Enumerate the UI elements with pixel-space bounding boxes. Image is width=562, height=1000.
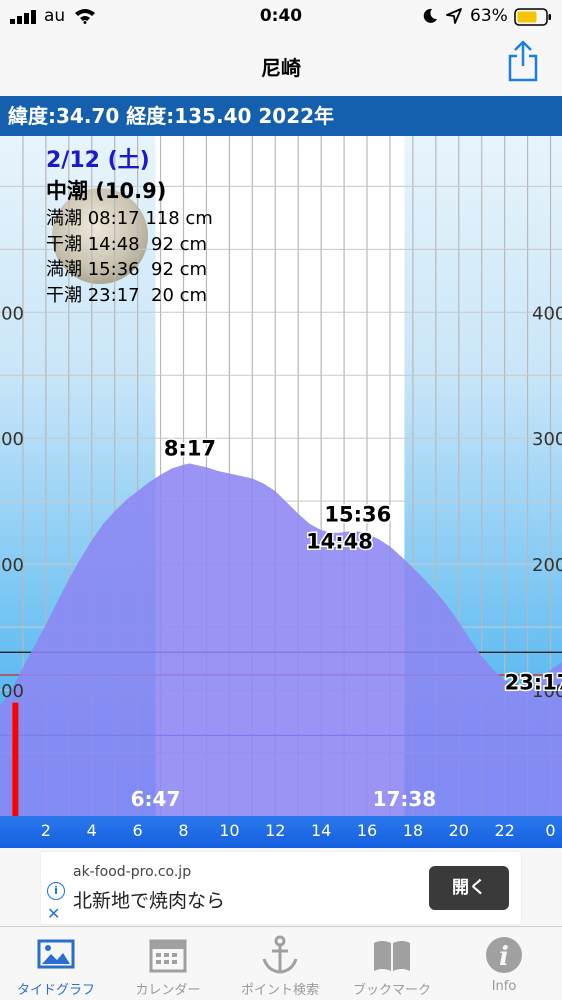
tide-event-label: 14:48 xyxy=(306,530,373,554)
x-tick-label: 2 xyxy=(41,821,51,840)
info-icon: i xyxy=(486,937,522,973)
tab-info[interactable]: i Info xyxy=(448,927,560,1000)
tide-type-label: 中潮 (10.9) xyxy=(46,179,167,203)
tide-event-label: 15:36 xyxy=(324,502,391,526)
current-time-marker xyxy=(12,702,19,816)
x-tick-label: 18 xyxy=(403,821,423,840)
y-tick-label: 100 xyxy=(0,681,24,702)
page-title: 尼崎 xyxy=(261,56,301,80)
y-tick-label: 300 xyxy=(532,429,562,450)
tab-label: ポイント検索 xyxy=(240,983,319,998)
y-tick-label: 400 xyxy=(0,303,24,324)
x-tick-label: 22 xyxy=(494,821,514,840)
location-arrow-icon xyxy=(446,8,462,24)
sunrise-label: 6:47 xyxy=(131,787,181,811)
x-tick-label: 14 xyxy=(311,821,331,840)
x-tick-label: 16 xyxy=(357,821,377,840)
ad-headline: 北新地で焼肉なら xyxy=(73,890,226,912)
battery-icon xyxy=(514,8,551,26)
day-info-panel: 2/12 (土) 中潮 (10.9) 満潮 08:17 118 cm 干潮 14… xyxy=(46,146,213,308)
ad-domain: ak-food-pro.co.jp xyxy=(73,864,192,880)
tab-point-search[interactable]: ポイント検索 xyxy=(224,927,336,1000)
y-tick-label: 300 xyxy=(0,429,24,450)
tab-bar: タイドグラフ カレンダー ポイント検索 ブックマーク i Info xyxy=(0,926,562,1000)
x-tick-label: 10 xyxy=(219,821,239,840)
ad-info-icon[interactable]: i xyxy=(47,882,65,900)
sunset-label: 17:38 xyxy=(373,787,437,811)
y-tick-label: 400 xyxy=(532,303,562,324)
tab-label: ブックマーク xyxy=(352,983,431,998)
tide-event-label: 23:17 xyxy=(505,670,562,694)
tide-row: 干潮 23:17 20 cm xyxy=(46,284,208,306)
x-tick-label: 8 xyxy=(178,821,188,840)
y-tick-label: 200 xyxy=(0,555,24,576)
tide-row: 満潮 08:17 118 cm xyxy=(46,208,213,229)
tide-row: 干潮 14:48 92 cm xyxy=(46,233,208,255)
book-icon xyxy=(374,941,410,971)
status-bar: au 0:40 63% xyxy=(0,0,562,34)
y-tick-label: 200 xyxy=(532,555,562,576)
x-tick-label: 4 xyxy=(87,821,97,840)
share-button[interactable] xyxy=(506,40,540,82)
navigation-bar: 尼崎 xyxy=(0,34,562,96)
ad-close-icon[interactable]: ✕ xyxy=(47,904,60,923)
tide-event-label: 8:17 xyxy=(164,436,216,460)
date-label: 2/12 (土) xyxy=(46,148,150,173)
location-info-bar: 緯度:34.70 経度:135.40 2022年 xyxy=(0,96,562,136)
share-icon xyxy=(508,40,538,82)
x-tick-label: 6 xyxy=(133,821,143,840)
ad-banner[interactable]: ak-food-pro.co.jp i ✕ 北新地で焼肉なら 開く xyxy=(41,852,521,924)
tide-row: 満潮 15:36 92 cm xyxy=(46,259,208,280)
calendar-icon xyxy=(149,939,187,973)
tab-label: Info xyxy=(491,979,517,994)
tab-tide-graph[interactable]: タイドグラフ xyxy=(0,927,112,1000)
tab-bookmark[interactable]: ブックマーク xyxy=(336,927,448,1000)
anchor-icon xyxy=(262,935,298,974)
tab-calendar[interactable]: カレンダー xyxy=(112,927,224,1000)
ad-open-button[interactable]: 開く xyxy=(429,866,509,910)
x-tick-label: 20 xyxy=(449,821,469,840)
battery-percent: 63% xyxy=(470,6,508,26)
tab-label: タイドグラフ xyxy=(16,983,95,998)
tab-label: カレンダー xyxy=(135,983,201,998)
do-not-disturb-icon xyxy=(423,8,437,23)
x-tick-label: 12 xyxy=(265,821,285,840)
svg-text:i: i xyxy=(499,942,509,972)
image-icon xyxy=(37,939,75,969)
x-tick-label: 0 xyxy=(545,821,555,840)
